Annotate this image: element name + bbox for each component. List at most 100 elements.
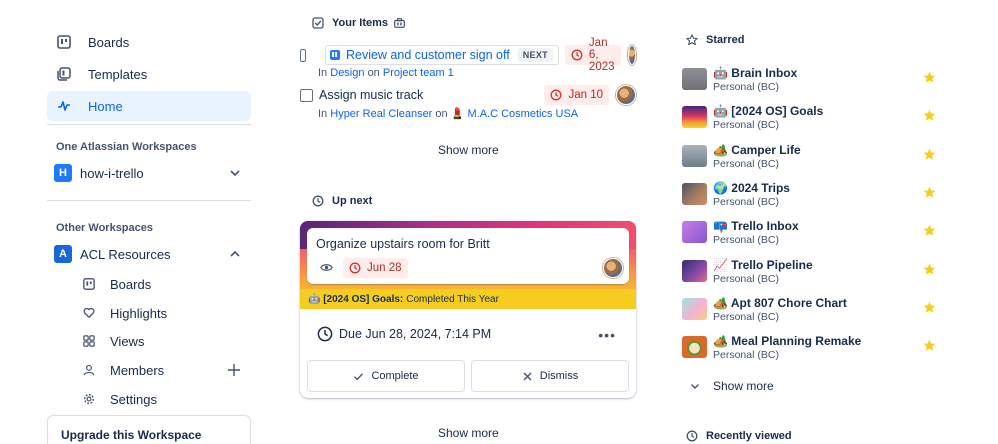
add-member-icon[interactable] — [227, 363, 241, 377]
starred-board-name: 🌍 2024 Trips — [713, 180, 790, 195]
starred-heading: Starred — [686, 34, 745, 46]
nav-home-label: Home — [88, 98, 123, 114]
board-icon — [82, 277, 96, 291]
due-full-text: Due Jun 28, 2024, 7:14 PM — [339, 327, 492, 341]
workspace-settings-label: Settings — [110, 391, 157, 407]
starred-board-name: 📪 Trello Inbox — [713, 219, 799, 234]
due-date-text: Jun 28 — [367, 262, 402, 274]
more-options-button[interactable]: ••• — [598, 327, 616, 343]
starred-board-item[interactable]: 🏕️ Apt 807 Chore Chart Personal (BC) — [682, 296, 942, 328]
clock-icon — [686, 430, 698, 442]
grid-icon — [82, 334, 96, 348]
up-next-card[interactable]: Organize upstairs room for Britt Jun 28 … — [300, 221, 636, 398]
star-filled-icon[interactable] — [923, 263, 936, 276]
due-date-badge: Jan 10 — [544, 85, 609, 105]
starred-board-workspace: Personal (BC) — [713, 119, 779, 132]
other-workspaces-heading: Other Workspaces — [56, 222, 154, 234]
due-full-row: Due Jun 28, 2024, 7:14 PM — [317, 326, 491, 342]
checkbox-checked-icon — [312, 17, 324, 29]
workspace-acl-resources[interactable]: A ACL Resources — [47, 240, 251, 268]
workspace-highlights-label: Highlights — [110, 305, 168, 321]
due-date-badge: Jun 28 — [343, 258, 408, 278]
meta-on: on — [367, 67, 380, 79]
starred-board-item[interactable]: 📪 Trello Inbox Personal (BC) — [682, 219, 942, 251]
board-link[interactable]: 💄 M.A.C Cosmetics USA — [451, 108, 578, 120]
star-filled-icon[interactable] — [923, 71, 936, 84]
chevron-down-icon[interactable] — [227, 165, 243, 181]
person-icon — [82, 363, 96, 377]
workspace-highlights[interactable]: Highlights — [78, 300, 251, 326]
star-filled-icon[interactable] — [923, 186, 936, 199]
star-filled-icon[interactable] — [923, 224, 936, 237]
workspace-how-i-trello[interactable]: H how-i-trello — [47, 159, 251, 187]
board-link[interactable]: Project team 1 — [383, 67, 454, 79]
starred-board-workspace: Personal (BC) — [713, 272, 779, 285]
card-preview[interactable]: Organize upstairs room for Britt Jun 28 — [307, 228, 629, 284]
gear-icon — [82, 392, 96, 406]
item-title[interactable]: Assign music track — [319, 88, 423, 102]
workspace-settings[interactable]: Settings — [78, 386, 251, 412]
show-more-starred-button[interactable]: Show more — [689, 379, 774, 393]
workspace-name: ACL Resources — [80, 246, 171, 262]
board-thumbnail — [682, 259, 707, 282]
starred-board-item[interactable]: 🏕️ Camper Life Personal (BC) — [682, 143, 942, 175]
starred-board-name: 🤖 [2024 OS] Goals — [713, 104, 824, 119]
item-checkbox[interactable] — [300, 48, 306, 62]
board-name: 🤖 [2024 OS] Goals: — [308, 293, 404, 305]
starred-board-item[interactable]: 🏕️ Meal Planning Remake Personal (BC) — [682, 334, 942, 366]
item-checkbox[interactable] — [300, 88, 313, 102]
starred-board-item[interactable]: 🤖 [2024 OS] Goals Personal (BC) — [682, 104, 942, 136]
nav-templates[interactable]: Templates — [47, 59, 251, 89]
up-next-title: Up next — [332, 195, 373, 207]
item-meta: In Hyper Real Cleanser on 💄 M.A.C Cosmet… — [318, 107, 636, 120]
star-filled-icon[interactable] — [923, 339, 936, 352]
workspace-boards-label: Boards — [110, 276, 152, 292]
clock-icon — [550, 89, 562, 101]
activity-icon — [56, 98, 72, 114]
avatar[interactable] — [603, 258, 623, 278]
board-card-icon — [329, 50, 340, 60]
card-link[interactable]: Review and customer sign off NEXT — [324, 45, 559, 65]
workspace-boards[interactable]: Boards — [78, 271, 251, 297]
list-name: Completed This Year — [406, 293, 499, 305]
dismiss-button[interactable]: Dismiss — [471, 360, 629, 392]
nav-home[interactable]: Home — [47, 91, 251, 121]
board-thumbnail — [682, 297, 707, 320]
starred-board-item[interactable]: 🤖 Brain Inbox Personal (BC) — [682, 66, 942, 98]
templates-icon — [56, 66, 72, 82]
starred-board-item[interactable]: 📈 Trello Pipeline Personal (BC) — [682, 257, 942, 290]
list-link[interactable]: Design — [330, 67, 364, 79]
show-more-your-items-button[interactable]: Show more — [438, 143, 499, 157]
workspace-members[interactable]: Members — [78, 357, 251, 383]
star-filled-icon[interactable] — [923, 109, 936, 122]
star-filled-icon[interactable] — [923, 301, 936, 314]
list-link[interactable]: Hyper Real Cleanser — [330, 108, 432, 120]
briefcase-icon — [394, 18, 405, 28]
sidebar-divider — [47, 124, 251, 125]
star-outline-icon — [686, 34, 698, 46]
chevron-up-icon[interactable] — [227, 246, 243, 262]
workspace-views-label: Views — [110, 333, 145, 349]
workspace-views[interactable]: Views — [78, 328, 251, 354]
starred-board-name: 🏕️ Meal Planning Remake — [713, 334, 862, 349]
upgrade-workspace-label: Upgrade this Workspace — [61, 428, 202, 442]
upgrade-workspace-card[interactable]: Upgrade this Workspace — [47, 415, 251, 444]
heart-icon — [82, 306, 96, 320]
meta-prefix: In — [318, 67, 328, 79]
eye-icon — [320, 261, 333, 274]
starred-board-workspace: Personal (BC) — [713, 157, 779, 170]
nav-boards[interactable]: Boards — [47, 27, 251, 57]
starred-board-item[interactable]: 🌍 2024 Trips Personal (BC) — [682, 180, 942, 213]
your-items-title: Your Items — [332, 17, 389, 29]
complete-button[interactable]: Complete — [307, 360, 465, 392]
card-title: Organize upstairs room for Britt — [316, 237, 490, 251]
clock-icon — [349, 262, 361, 274]
avatar[interactable] — [627, 45, 636, 65]
avatar[interactable] — [616, 85, 636, 105]
starred-board-name: 📈 Trello Pipeline — [713, 257, 813, 272]
show-more-up-next-button[interactable]: Show more — [438, 426, 499, 440]
due-date-text: Jan 10 — [568, 89, 603, 101]
board-thumbnail — [682, 144, 707, 167]
due-date-badge: Jan 6, 2023 — [564, 37, 621, 73]
star-filled-icon[interactable] — [923, 148, 936, 161]
